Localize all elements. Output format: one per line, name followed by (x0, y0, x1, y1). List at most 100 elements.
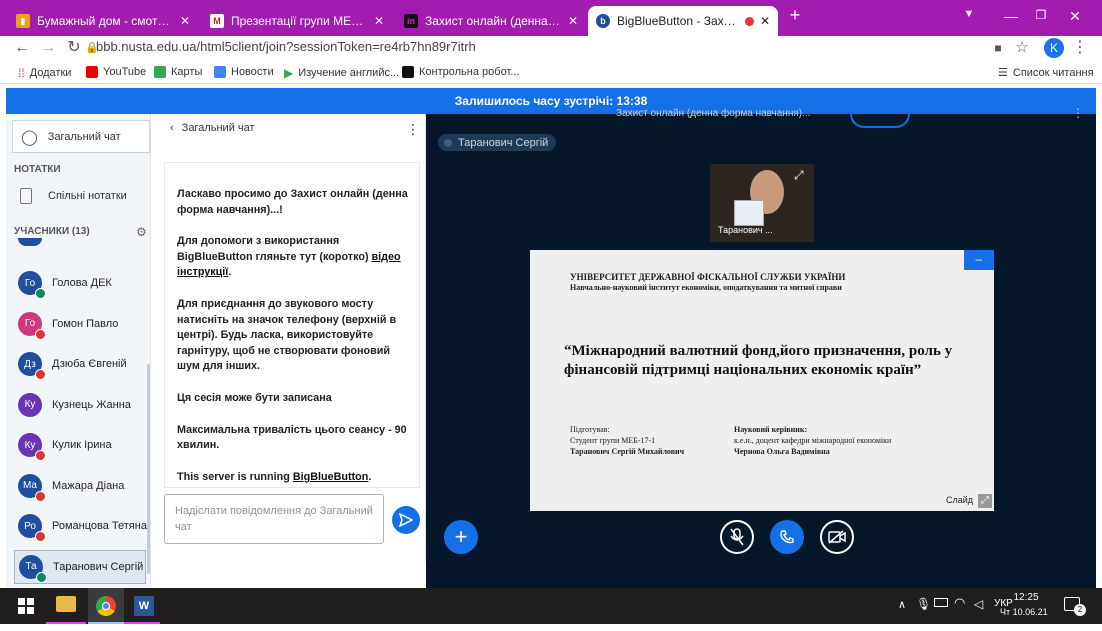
news-icon (214, 66, 226, 78)
minimize-icon[interactable]: — (1000, 8, 1022, 24)
user-name: Кузнець Жанна (52, 398, 131, 411)
avatar: Дз (18, 352, 46, 380)
battery-icon[interactable] (934, 598, 948, 607)
chat-options-icon[interactable]: ⋮ (406, 121, 420, 138)
wifi-icon[interactable]: ◠ (954, 595, 965, 611)
windows-taskbar: W ∧ 🎙 ◠ ◁ УКР 12:25 Чт 10.06.21 2 (0, 588, 1102, 624)
close-icon[interactable]: ✕ (180, 14, 190, 28)
minimize-presentation-button[interactable]: – (964, 250, 994, 270)
chat-message-input[interactable]: Надіслати повідомлення до Загальний чат (164, 494, 384, 544)
meeting-title: Захист онлайн (денна форма навчання)... (616, 108, 811, 119)
avatar: Ку (18, 433, 46, 461)
chevron-up-icon[interactable]: ∧ (898, 598, 906, 611)
close-icon[interactable]: ✕ (374, 14, 384, 28)
bookmarks-bar: ⁞⁞ Додатки YouTube Карты Новости ▶ Изучени… (0, 62, 1102, 84)
scrollbar[interactable] (147, 364, 150, 574)
bookmark-apps[interactable]: ⁞⁞ Додатки (18, 66, 71, 80)
user-list-item[interactable]: Го Голова ДЕК (18, 266, 148, 300)
settings-gear-icon[interactable]: ⚙ (136, 225, 147, 239)
tab-2[interactable]: M Презентації групи МЕБ-17-1 - k✕ (202, 6, 392, 36)
reload-icon[interactable]: ↻ (64, 39, 84, 57)
fullscreen-icon[interactable]: ⤢ (794, 168, 804, 183)
browser-tab-bar: ▮ Бумажный дом - смотреть онла✕ M Презен… (0, 0, 1102, 36)
help-message: Для допомоги з використання BigBlueButto… (177, 235, 401, 279)
shared-notes-item[interactable]: Спільні нотатки (20, 188, 127, 204)
bookmark-youtube[interactable]: YouTube (86, 66, 146, 78)
close-icon[interactable]: ✕ (760, 14, 770, 28)
address-bar-row: ← → ↻ 🔒 bbb.nusta.edu.ua/html5client/joi… (0, 36, 1102, 60)
chrome-taskbar-button[interactable] (88, 588, 124, 624)
clock[interactable]: 12:25 Чт 10.06.21 (1000, 591, 1048, 619)
video-button[interactable] (820, 520, 854, 554)
user-name: Дзюба Євгеній (52, 358, 127, 370)
url-field[interactable]: bbb.nusta.edu.ua/html5client/join?sessio… (96, 39, 476, 54)
tab-favicon-icon: in (404, 14, 418, 28)
chevron-left-icon: ‹ (170, 122, 174, 134)
presenter-tag: Таранович Сергій (438, 134, 557, 151)
slide-title: “Міжнародний валютний фонд,його призначе… (564, 343, 953, 378)
status-badge (35, 490, 46, 502)
user-list-item[interactable]: Ма Мажара Діана (18, 469, 148, 503)
bookmark-news[interactable]: Новости (214, 66, 274, 78)
close-icon[interactable]: ✕ (568, 14, 578, 28)
actions-plus-button[interactable]: + (444, 520, 478, 554)
slide-institute: Навчально-науковий інститут економіки, о… (570, 283, 842, 292)
reading-list-icon: ☰ (998, 67, 1008, 79)
restore-icon[interactable]: ❐ (1030, 8, 1052, 22)
video-off-icon (828, 530, 846, 544)
forward-icon[interactable]: → (38, 39, 58, 57)
options-icon[interactable]: ⋮ (1072, 106, 1084, 120)
menu-icon[interactable]: ⋮ (1070, 39, 1090, 57)
star-icon[interactable]: ☆ (1012, 39, 1032, 57)
tab-3[interactable]: in Захист онлайн (денна форма на✕ (396, 6, 586, 36)
bookmark-maps[interactable]: Карты (154, 66, 202, 78)
avatar: Ку (18, 392, 42, 417)
held-photo (734, 200, 764, 226)
tab-4[interactable]: b BigBlueButton - Захист онла ✕ (588, 6, 778, 36)
webcam-video[interactable]: ⤢ Таранович ... (710, 164, 814, 242)
notification-count: 2 (1074, 604, 1086, 616)
user-list-item[interactable]: Ку Кулик Ірина (18, 428, 148, 462)
tab-search-icon[interactable]: ▼ (958, 8, 980, 20)
gmail-icon: M (210, 14, 224, 28)
recording-indicator[interactable] (850, 104, 910, 128)
bookmark-test[interactable]: Контрольна робот... (402, 66, 519, 78)
user-name: Таранович Сергій (53, 560, 144, 573)
user-list-item[interactable]: Ку Кузнець Жанна (18, 388, 148, 422)
tab-1[interactable]: ▮ Бумажный дом - смотреть онла✕ (8, 6, 198, 36)
user-list-item[interactable]: Ро Романцова Тетяна (18, 509, 148, 543)
microphone-off-icon (730, 528, 744, 546)
volume-icon[interactable]: ◁ (974, 597, 983, 611)
new-tab-icon[interactable]: + (784, 5, 806, 26)
user-list-item[interactable]: Дз Дзюба Євгеній (18, 347, 148, 381)
word-icon[interactable]: W (134, 596, 154, 616)
audio-message: Для приєднання до звукового мосту натисн… (177, 297, 397, 373)
bookmark-english[interactable]: ▶ Изучение английс... (284, 66, 399, 80)
tab-favicon-icon: ▮ (16, 14, 30, 28)
user-list-panel: ◯ Загальний чат НОТАТКИ Спільні нотатки … (6, 114, 151, 588)
send-button[interactable] (392, 506, 420, 534)
reading-list[interactable]: ☰ Список читання (998, 66, 1094, 80)
send-icon (399, 513, 413, 527)
phone-button[interactable] (770, 520, 804, 554)
welcome-message: Ласкаво просимо до Захист онлайн (денна … (177, 188, 408, 216)
video-user-name: Таранович ... (718, 225, 773, 235)
status-badge (36, 571, 47, 583)
mute-button[interactable] (720, 520, 754, 554)
user-list-item[interactable]: Та Таранович Сергій (14, 549, 146, 584)
camera-icon[interactable]: ■ (988, 39, 1008, 57)
close-window-icon[interactable]: ✕ (1064, 8, 1086, 25)
file-explorer-icon[interactable] (56, 596, 76, 612)
user-name: Гомон Павло (52, 317, 119, 330)
slide-label: Слайд (946, 495, 974, 505)
chat-header[interactable]: ‹ Загальний чат (170, 122, 255, 134)
user-list-item[interactable]: Го Гомон Павло (18, 307, 148, 341)
microphone-icon[interactable]: 🎙 (916, 597, 931, 611)
fullscreen-icon[interactable]: ⤢ (978, 494, 992, 508)
back-icon[interactable]: ← (12, 39, 32, 57)
public-chat-entry[interactable]: ◯ Загальний чат (12, 120, 150, 153)
windows-start-icon[interactable] (18, 598, 34, 617)
bigbluebutton-link[interactable]: BigBlueButton (293, 471, 369, 483)
avatar (18, 238, 42, 246)
profile-avatar[interactable]: K (1044, 38, 1064, 58)
